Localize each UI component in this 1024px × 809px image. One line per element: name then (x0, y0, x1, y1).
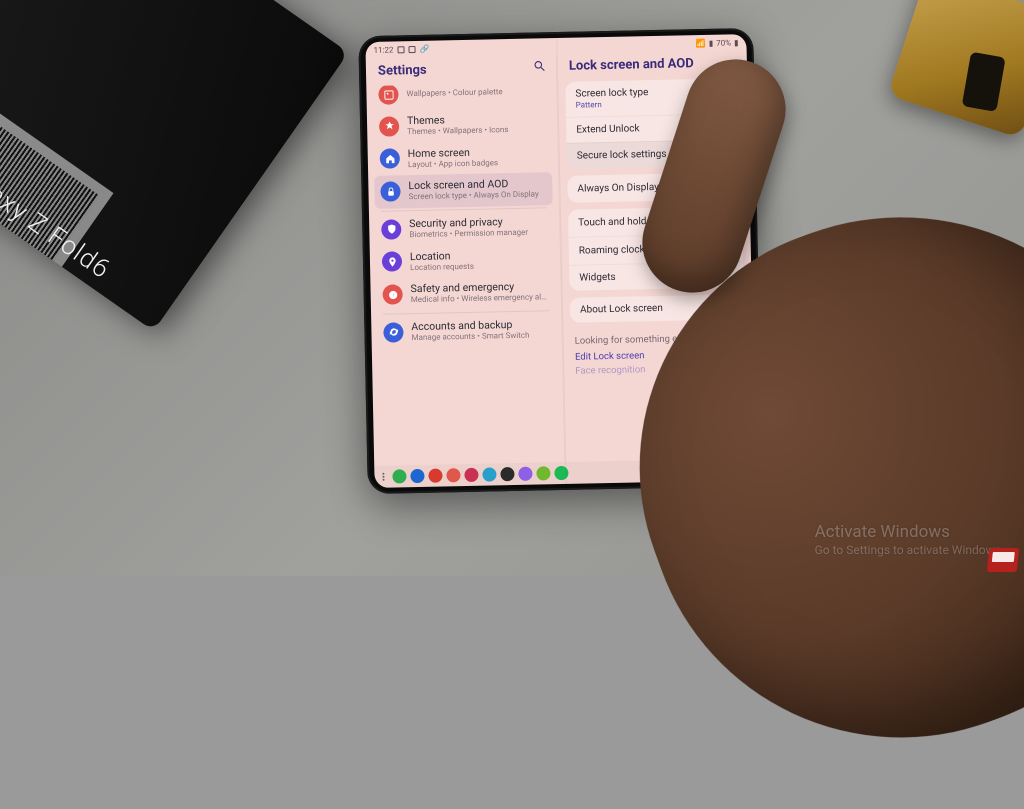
sync-icon (383, 322, 403, 342)
detail-row-label: Always On Display (577, 182, 659, 195)
taskbar-app-icon[interactable] (518, 467, 532, 481)
detail-row-label: Secure lock settings (577, 149, 667, 162)
settings-item-subtitle: Medical info • Wireless emergency alerts (411, 293, 549, 305)
taskbar-app-icon[interactable] (428, 469, 442, 483)
pin-icon (382, 252, 402, 272)
settings-item-subtitle: Biometrics • Permission manager (409, 228, 528, 240)
settings-item-subtitle: Layout • App icon badges (408, 158, 498, 169)
taskbar-app-icon[interactable] (464, 468, 478, 482)
settings-item-lock[interactable]: Lock screen and AOD Screen lock type • A… (374, 172, 553, 208)
search-icon (533, 59, 546, 72)
themes-icon (379, 116, 399, 136)
status-battery-label: 70% (716, 38, 731, 47)
taskbar-app-icon[interactable] (446, 468, 460, 482)
detail-row-label: About Lock screen (580, 303, 663, 316)
settings-item-subtitle: Wallpapers • Colour palette (406, 87, 502, 99)
settings-item-shield[interactable]: Security and privacy Biometrics • Permis… (375, 210, 554, 246)
search-button[interactable] (533, 59, 546, 76)
status-signal-icon: ▮ (709, 39, 714, 48)
taskbar-app-icon[interactable] (392, 469, 406, 483)
settings-item-wallpaper[interactable]: Wallpapers • Colour palette (372, 82, 550, 111)
home-icon (380, 149, 400, 169)
status-link-icon: 🔗 (419, 45, 429, 54)
svg-text:!: ! (392, 293, 393, 297)
detail-row-label: Screen lock type (575, 87, 648, 100)
detail-row-label: Extend Unlock (576, 123, 640, 135)
lock-icon (380, 181, 400, 201)
settings-item-subtitle: Manage accounts • Smart Switch (411, 331, 529, 343)
settings-item-home[interactable]: Home screen Layout • App icon badges (373, 140, 552, 176)
settings-item-subtitle: Screen lock type • Always On Display (409, 190, 539, 202)
settings-item-subtitle: Location requests (410, 262, 474, 273)
taskbar-app-icon[interactable] (500, 467, 514, 481)
taskbar-app-icon[interactable] (554, 466, 568, 480)
app-drawer-icon[interactable] (382, 473, 384, 481)
settings-item-pin[interactable]: Location Location requests (376, 243, 555, 279)
channel-logo (987, 548, 1020, 572)
status-indicator-icon (408, 46, 415, 53)
status-wifi-icon: 📶 (696, 39, 706, 48)
detail-row-label: Widgets (579, 272, 616, 284)
detail-row-sub: Pattern (576, 99, 649, 110)
sos-icon: ! (382, 284, 402, 304)
settings-master-pane: Settings Wallpapers • Colour palette (366, 55, 565, 466)
taskbar-app-icon[interactable] (410, 469, 424, 483)
settings-item-sos[interactable]: ! Safety and emergency Medical info • Wi… (376, 275, 555, 311)
status-indicator-icon (397, 46, 404, 53)
status-battery-icon: ▮ (734, 38, 739, 47)
wallpaper-icon (378, 84, 398, 104)
detail-row-label: Roaming clock (579, 244, 645, 256)
settings-item-themes[interactable]: Themes Themes • Wallpapers • Icons (373, 107, 552, 143)
taskbar-app-icon[interactable] (536, 466, 550, 480)
settings-item-subtitle: Themes • Wallpapers • Icons (407, 125, 508, 137)
taskbar-app-icon[interactable] (482, 467, 496, 481)
settings-title: Settings (378, 63, 427, 79)
settings-item-sync[interactable]: Accounts and backup Manage accounts • Sm… (377, 313, 556, 349)
status-time: 11:22 (373, 45, 393, 54)
shield-icon (381, 219, 401, 239)
